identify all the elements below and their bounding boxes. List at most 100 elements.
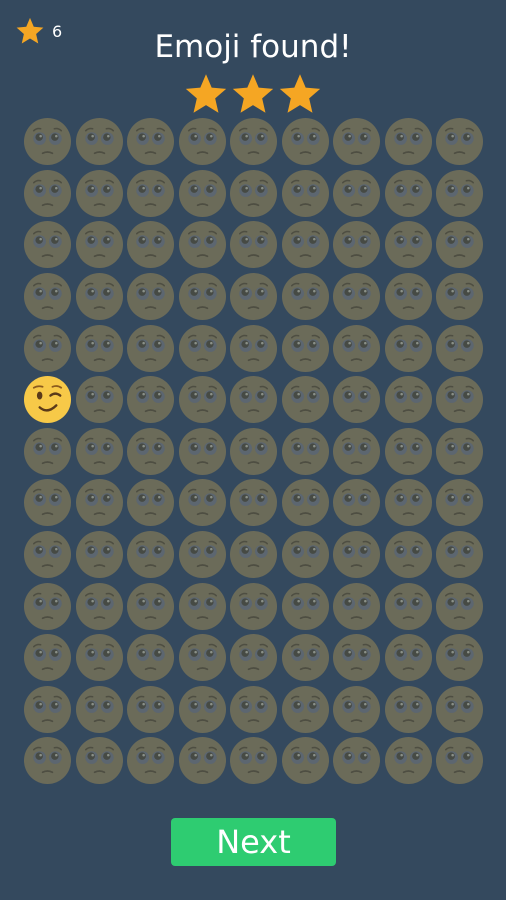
pleading-face-icon[interactable] [228,426,280,478]
pleading-face-icon[interactable] [74,374,126,426]
pleading-face-icon[interactable] [74,219,126,271]
pleading-face-icon[interactable] [22,684,74,736]
pleading-face-icon[interactable] [383,632,435,684]
pleading-face-icon[interactable] [22,477,74,529]
pleading-face-icon[interactable] [177,116,229,168]
pleading-face-icon[interactable] [228,168,280,220]
pleading-face-icon[interactable] [383,116,435,168]
pleading-face-icon[interactable] [125,322,177,374]
pleading-face-icon[interactable] [434,580,486,632]
winking-face-icon[interactable] [22,374,74,426]
pleading-face-icon[interactable] [177,322,229,374]
pleading-face-icon[interactable] [74,426,126,478]
pleading-face-icon[interactable] [434,322,486,374]
pleading-face-icon[interactable] [228,684,280,736]
pleading-face-icon[interactable] [383,168,435,220]
pleading-face-icon[interactable] [125,374,177,426]
pleading-face-icon[interactable] [280,580,332,632]
pleading-face-icon[interactable] [383,426,435,478]
pleading-face-icon[interactable] [125,116,177,168]
pleading-face-icon[interactable] [177,374,229,426]
pleading-face-icon[interactable] [331,374,383,426]
pleading-face-icon[interactable] [228,322,280,374]
pleading-face-icon[interactable] [125,735,177,787]
pleading-face-icon[interactable] [22,116,74,168]
pleading-face-icon[interactable] [434,168,486,220]
pleading-face-icon[interactable] [125,477,177,529]
pleading-face-icon[interactable] [228,580,280,632]
pleading-face-icon[interactable] [177,477,229,529]
pleading-face-icon[interactable] [331,271,383,323]
pleading-face-icon[interactable] [22,632,74,684]
pleading-face-icon[interactable] [125,580,177,632]
pleading-face-icon[interactable] [22,735,74,787]
pleading-face-icon[interactable] [22,580,74,632]
pleading-face-icon[interactable] [383,219,435,271]
pleading-face-icon[interactable] [434,219,486,271]
pleading-face-icon[interactable] [228,116,280,168]
pleading-face-icon[interactable] [74,116,126,168]
pleading-face-icon[interactable] [434,116,486,168]
pleading-face-icon[interactable] [74,632,126,684]
pleading-face-icon[interactable] [280,116,332,168]
pleading-face-icon[interactable] [228,219,280,271]
pleading-face-icon[interactable] [280,477,332,529]
pleading-face-icon[interactable] [74,735,126,787]
pleading-face-icon[interactable] [331,116,383,168]
pleading-face-icon[interactable] [434,374,486,426]
pleading-face-icon[interactable] [177,735,229,787]
pleading-face-icon[interactable] [383,735,435,787]
pleading-face-icon[interactable] [177,168,229,220]
pleading-face-icon[interactable] [177,632,229,684]
pleading-face-icon[interactable] [434,477,486,529]
pleading-face-icon[interactable] [331,322,383,374]
pleading-face-icon[interactable] [280,426,332,478]
pleading-face-icon[interactable] [434,632,486,684]
pleading-face-icon[interactable] [22,168,74,220]
pleading-face-icon[interactable] [331,580,383,632]
pleading-face-icon[interactable] [383,684,435,736]
pleading-face-icon[interactable] [125,168,177,220]
pleading-face-icon[interactable] [331,426,383,478]
pleading-face-icon[interactable] [280,271,332,323]
pleading-face-icon[interactable] [434,684,486,736]
pleading-face-icon[interactable] [383,374,435,426]
pleading-face-icon[interactable] [125,426,177,478]
pleading-face-icon[interactable] [280,322,332,374]
pleading-face-icon[interactable] [331,735,383,787]
pleading-face-icon[interactable] [383,271,435,323]
pleading-face-icon[interactable] [228,632,280,684]
pleading-face-icon[interactable] [228,374,280,426]
pleading-face-icon[interactable] [125,271,177,323]
pleading-face-icon[interactable] [177,219,229,271]
pleading-face-icon[interactable] [280,374,332,426]
pleading-face-icon[interactable] [177,529,229,581]
pleading-face-icon[interactable] [280,684,332,736]
pleading-face-icon[interactable] [125,632,177,684]
pleading-face-icon[interactable] [383,322,435,374]
pleading-face-icon[interactable] [228,529,280,581]
pleading-face-icon[interactable] [280,168,332,220]
pleading-face-icon[interactable] [125,529,177,581]
pleading-face-icon[interactable] [331,219,383,271]
pleading-face-icon[interactable] [74,580,126,632]
pleading-face-icon[interactable] [22,322,74,374]
pleading-face-icon[interactable] [331,477,383,529]
pleading-face-icon[interactable] [74,271,126,323]
pleading-face-icon[interactable] [228,477,280,529]
pleading-face-icon[interactable] [280,632,332,684]
pleading-face-icon[interactable] [434,426,486,478]
pleading-face-icon[interactable] [22,426,74,478]
pleading-face-icon[interactable] [331,168,383,220]
pleading-face-icon[interactable] [280,219,332,271]
pleading-face-icon[interactable] [177,684,229,736]
pleading-face-icon[interactable] [228,735,280,787]
pleading-face-icon[interactable] [74,684,126,736]
pleading-face-icon[interactable] [280,735,332,787]
pleading-face-icon[interactable] [125,684,177,736]
pleading-face-icon[interactable] [434,271,486,323]
pleading-face-icon[interactable] [383,477,435,529]
pleading-face-icon[interactable] [383,529,435,581]
pleading-face-icon[interactable] [74,529,126,581]
pleading-face-icon[interactable] [177,426,229,478]
